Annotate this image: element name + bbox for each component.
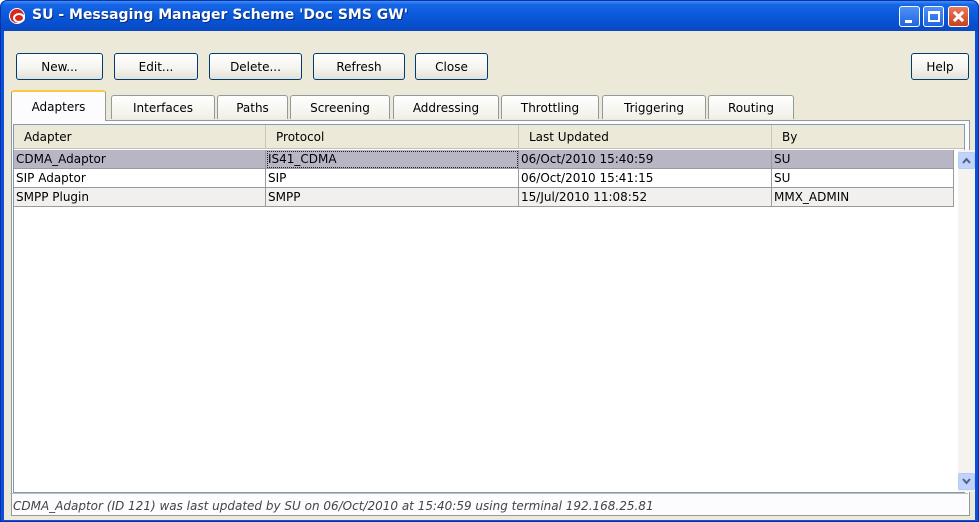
- cell-adapter: SMPP Plugin: [14, 188, 266, 207]
- minimize-button[interactable]: [899, 6, 920, 27]
- status-bar: CDMA_Adaptor (ID 121) was last updated b…: [10, 493, 968, 517]
- minimize-icon: [905, 20, 912, 23]
- tab-triggering[interactable]: Triggering: [602, 95, 706, 119]
- close-window-button[interactable]: [948, 6, 969, 27]
- tab-interfaces[interactable]: Interfaces: [111, 95, 215, 119]
- cell-last-updated: 15/Jul/2010 11:08:52: [519, 188, 772, 207]
- cell-by: SU: [772, 169, 954, 188]
- column-header-adapter[interactable]: Adapter: [14, 125, 266, 149]
- title-bar[interactable]: SU - Messaging Manager Scheme 'Doc SMS G…: [1, 1, 978, 31]
- refresh-button[interactable]: Refresh: [313, 53, 405, 80]
- scroll-down-button[interactable]: [958, 473, 975, 490]
- tab-throttling[interactable]: Throttling: [501, 95, 599, 119]
- cell-last-updated: 06/Oct/2010 15:41:15: [519, 169, 772, 188]
- app-window: SU - Messaging Manager Scheme 'Doc SMS G…: [0, 0, 979, 522]
- window-title: SU - Messaging Manager Scheme 'Doc SMS G…: [32, 7, 409, 23]
- scroll-up-button[interactable]: [958, 152, 975, 169]
- maximize-button[interactable]: [923, 6, 944, 27]
- close-button[interactable]: Close: [415, 53, 488, 80]
- adapters-table: Adapter Protocol Last Updated By CDMA_Ad…: [13, 124, 975, 493]
- table-row[interactable]: SMPP Plugin SMPP 15/Jul/2010 11:08:52 MM…: [14, 188, 954, 207]
- cell-protocol: IS41_CDMA: [266, 150, 519, 169]
- tab-routing[interactable]: Routing: [708, 95, 794, 119]
- edit-button[interactable]: Edit...: [114, 53, 198, 80]
- chevron-down-icon: [962, 478, 971, 485]
- maximize-icon: [928, 11, 940, 22]
- tab-screening[interactable]: Screening: [290, 95, 390, 119]
- table-header: Adapter Protocol Last Updated By: [14, 125, 964, 149]
- tab-addressing[interactable]: Addressing: [393, 95, 499, 119]
- table-row[interactable]: SIP Adaptor SIP 06/Oct/2010 15:41:15 SU: [14, 169, 954, 188]
- cell-by: MMX_ADMIN: [772, 188, 954, 207]
- cell-last-updated: 06/Oct/2010 15:40:59: [519, 150, 772, 169]
- tab-adapters[interactable]: Adapters: [11, 90, 106, 121]
- column-header-protocol[interactable]: Protocol: [266, 125, 519, 149]
- cell-adapter: SIP Adaptor: [14, 169, 266, 188]
- cell-by: SU: [772, 150, 954, 169]
- help-button[interactable]: Help: [911, 53, 969, 80]
- close-icon: [949, 7, 968, 26]
- delete-button[interactable]: Delete...: [209, 53, 302, 80]
- cell-protocol: SMPP: [266, 188, 519, 207]
- chevron-up-icon: [962, 157, 971, 164]
- new-button[interactable]: New...: [16, 53, 103, 80]
- oracle-icon[interactable]: [9, 8, 25, 24]
- vertical-scrollbar[interactable]: [958, 150, 975, 492]
- table-row[interactable]: CDMA_Adaptor IS41_CDMA 06/Oct/2010 15:40…: [14, 150, 954, 169]
- column-header-last-updated[interactable]: Last Updated: [519, 125, 772, 149]
- cell-protocol: SIP: [266, 169, 519, 188]
- cell-adapter: CDMA_Adaptor: [14, 150, 266, 169]
- tab-paths[interactable]: Paths: [217, 95, 288, 119]
- client-area: New... Edit... Delete... Refresh Close H…: [4, 31, 975, 520]
- column-header-by[interactable]: By: [772, 125, 964, 149]
